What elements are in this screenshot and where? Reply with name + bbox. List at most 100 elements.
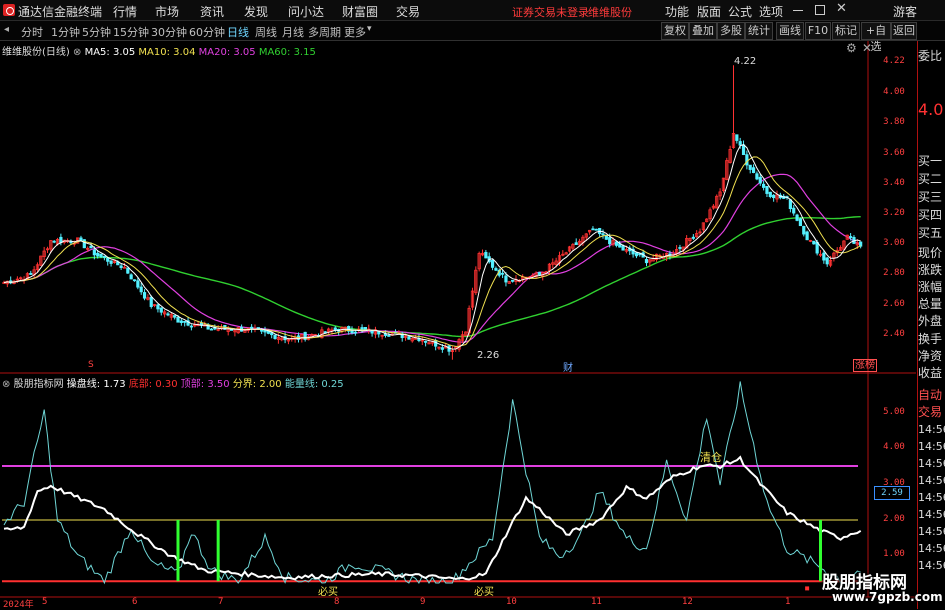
candle-body <box>82 239 86 249</box>
period-fenshi[interactable]: 分时 <box>21 24 43 40</box>
candle-body <box>735 134 739 141</box>
candle-body <box>417 338 421 342</box>
candle-body <box>798 218 803 227</box>
candle-body <box>802 225 806 235</box>
huanshou-label: 换手 <box>918 332 943 346</box>
tick-time: 14:56 <box>918 474 945 487</box>
menu-caifuquan[interactable]: 财富圈 <box>342 3 378 20</box>
period-30min[interactable]: 30分钟 <box>151 24 187 40</box>
zhangfu-label: 涨幅 <box>918 280 943 294</box>
tick-time: 14:56 <box>918 440 945 453</box>
x-tick: 2024年 <box>3 600 34 610</box>
x-tick: 10 <box>506 597 517 607</box>
candle-body <box>601 233 605 236</box>
menu-wenxiaoda[interactable]: 问小达 <box>288 3 324 20</box>
guest-label[interactable]: 游客 <box>893 3 917 20</box>
candle-body <box>189 325 193 328</box>
qingcang-label: 清仓 <box>700 451 722 464</box>
period-15min[interactable]: 15分钟 <box>113 24 149 40</box>
indicator-panel <box>2 381 862 591</box>
diejia-button[interactable]: 叠加 <box>689 22 717 40</box>
kline-chart-area[interactable] <box>0 41 916 609</box>
period-toolbar: ◂ 分时 1分钟 5分钟 15分钟 30分钟 60分钟 日线 周线 月线 多周期… <box>0 21 945 53</box>
period-month[interactable]: 月线 <box>282 24 304 40</box>
candle-body <box>634 252 639 257</box>
caopanxian-path <box>3 455 862 581</box>
indicator-toggle-icon[interactable]: ⊗ <box>2 379 10 390</box>
menu-jiaoyi[interactable]: 交易 <box>396 3 420 20</box>
chevron-down-icon[interactable]: ▾ <box>367 24 372 34</box>
x-tick: 7 <box>218 597 224 607</box>
period-more[interactable]: 更多 <box>344 24 366 40</box>
tongji-button[interactable]: 统计 <box>745 22 773 40</box>
candle-body <box>209 328 214 331</box>
settings-icon[interactable]: ⚙ <box>846 41 857 55</box>
candle-body <box>591 228 595 231</box>
fenjie-label: 分界: 2.00 <box>232 379 282 390</box>
minimize-icon[interactable] <box>793 10 803 12</box>
close-chart-icon[interactable]: ✕ <box>862 41 872 55</box>
period-day[interactable]: 日线 <box>227 24 249 40</box>
menu-hangqing[interactable]: 行情 <box>113 3 137 20</box>
jingzi-label: 净资 <box>918 349 943 363</box>
huaxian-button[interactable]: 画线 <box>776 22 804 40</box>
dibu-label: 底部: 0.30 <box>128 379 178 390</box>
x-tick: 12 <box>682 597 693 607</box>
y-tick-main: 2.60 <box>883 299 905 309</box>
fuquan-button[interactable]: 复权 <box>661 22 689 40</box>
add-watchlist-button[interactable]: +自选 <box>861 22 891 53</box>
y-tick-main: 3.60 <box>883 148 905 158</box>
xianjia-label: 现价 <box>918 246 943 260</box>
biaoji-button[interactable]: 标记 <box>832 22 860 40</box>
candle-body <box>360 327 364 330</box>
period-multi[interactable]: 多周期 <box>308 24 341 40</box>
menu-banmian[interactable]: 版面 <box>697 3 721 20</box>
candle-body <box>260 329 264 332</box>
x-tick: 9 <box>420 597 426 607</box>
menu-gongneng[interactable]: 功能 <box>665 3 689 20</box>
menu-faxian[interactable]: 发现 <box>244 3 268 20</box>
y-tick-main: 3.20 <box>883 208 905 218</box>
candle-body <box>484 251 488 259</box>
y-tick-main: 4.00 <box>883 87 905 97</box>
f10-button[interactable]: F10 <box>805 22 831 40</box>
legend-toggle-icon[interactable]: ⊗ <box>73 47 81 58</box>
zhangting-marker[interactable]: 涨榜 <box>853 359 877 372</box>
candle-body <box>758 176 762 184</box>
candle-body <box>511 279 515 282</box>
x-tick: 8 <box>334 597 340 607</box>
candle-body <box>176 317 180 323</box>
candle-body <box>149 296 153 307</box>
candle-body <box>490 259 495 268</box>
back-button[interactable]: 返回 <box>891 22 917 40</box>
candle-body <box>500 272 505 275</box>
period-week[interactable]: 周线 <box>255 24 277 40</box>
auto-label[interactable]: 自动 <box>918 386 945 403</box>
title-bar: 通达信金融终端 行情 市场 资讯 发现 问小达 财富圈 交易 证券交易未登录 维… <box>0 0 945 21</box>
candle-body <box>96 252 100 257</box>
y-tick-main: 4.22 <box>883 56 905 66</box>
cai-marker[interactable]: 财 <box>563 359 573 374</box>
period-1min[interactable]: 1分钟 <box>51 24 80 40</box>
tick-time: 14:56 <box>918 508 945 521</box>
menu-zixun[interactable]: 资讯 <box>200 3 224 20</box>
candle-body <box>92 249 96 256</box>
candle-body <box>795 214 799 221</box>
close-icon[interactable]: ✕ <box>836 1 847 16</box>
s-marker[interactable]: S <box>88 360 94 370</box>
duogu-button[interactable]: 多股 <box>717 22 745 40</box>
maximize-icon[interactable] <box>815 5 825 15</box>
candle-body <box>494 268 498 271</box>
trade-label[interactable]: 交易 <box>918 403 945 420</box>
caopanxian-label: 操盘线: 1.73 <box>66 379 126 390</box>
period-5min[interactable]: 5分钟 <box>82 24 111 40</box>
menu-shichang[interactable]: 市场 <box>155 3 179 20</box>
period-60min[interactable]: 60分钟 <box>189 24 225 40</box>
buy4-label: 买四 <box>918 208 943 222</box>
menu-xuanxiang[interactable]: 选项 <box>759 3 783 20</box>
candle-body <box>79 237 83 241</box>
candle-body <box>748 164 752 170</box>
watermark-url: www.7gpzb.com <box>832 590 943 604</box>
login-status[interactable]: 证券交易未登录 <box>512 4 589 20</box>
menu-gongshi[interactable]: 公式 <box>728 3 752 20</box>
